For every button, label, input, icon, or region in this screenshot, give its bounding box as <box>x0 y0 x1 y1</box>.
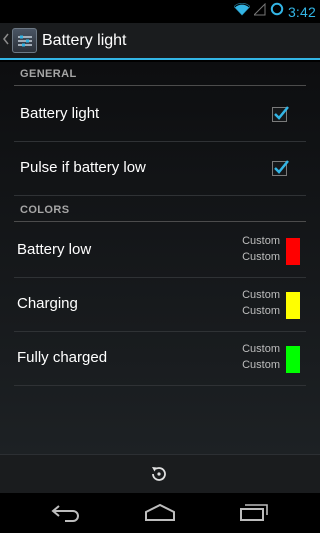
color-summary-line2: Custom <box>242 305 280 317</box>
section-header-colors: COLORS <box>14 198 306 222</box>
color-swatch <box>286 346 300 373</box>
pref-label: Pulse if battery low <box>20 159 146 176</box>
battery-light-checkbox[interactable] <box>272 106 289 122</box>
color-summary-line1: Custom <box>242 343 280 355</box>
preference-list: GENERAL Battery light Pulse if battery l… <box>0 62 320 454</box>
pref-pulse-if-low[interactable]: Pulse if battery low <box>14 142 306 196</box>
chevron-left-icon[interactable] <box>3 33 11 48</box>
battery-circle-icon <box>270 2 284 21</box>
color-swatch <box>286 292 300 319</box>
color-label: Fully charged <box>17 349 108 366</box>
system-nav-bar <box>0 493 320 533</box>
color-pref-battery-low[interactable]: Battery low Custom Custom <box>14 224 306 278</box>
check-icon <box>274 106 289 120</box>
pref-battery-light[interactable]: Battery light <box>14 88 306 142</box>
color-swatch <box>286 238 300 265</box>
color-summary-line1: Custom <box>242 235 280 247</box>
color-summary-line2: Custom <box>242 359 280 371</box>
wifi-icon <box>233 2 251 21</box>
page-title: Battery light <box>42 31 127 49</box>
color-label: Charging <box>17 295 78 312</box>
back-icon[interactable] <box>51 502 81 527</box>
pulse-checkbox[interactable] <box>272 160 289 176</box>
status-time: 3:42 <box>287 3 316 20</box>
status-icons: 3:42 <box>233 0 316 23</box>
app-settings-icon[interactable] <box>12 28 37 53</box>
action-bar: Battery light <box>0 23 320 60</box>
status-bar: 3:42 <box>0 0 320 23</box>
pref-label: Battery light <box>20 105 100 122</box>
color-pref-charging[interactable]: Charging Custom Custom <box>14 278 306 332</box>
section-header-general: GENERAL <box>14 62 306 86</box>
color-label: Battery low <box>17 241 92 258</box>
restore-defaults-icon[interactable] <box>148 463 170 485</box>
home-icon[interactable] <box>144 502 176 527</box>
color-pref-fully-charged[interactable]: Fully charged Custom Custom <box>14 332 306 386</box>
bottom-action-bar <box>0 454 320 493</box>
color-summary-line2: Custom <box>242 251 280 263</box>
recent-apps-icon[interactable] <box>239 502 269 527</box>
check-icon <box>274 160 289 174</box>
signal-icon <box>252 2 266 21</box>
color-summary-line1: Custom <box>242 289 280 301</box>
